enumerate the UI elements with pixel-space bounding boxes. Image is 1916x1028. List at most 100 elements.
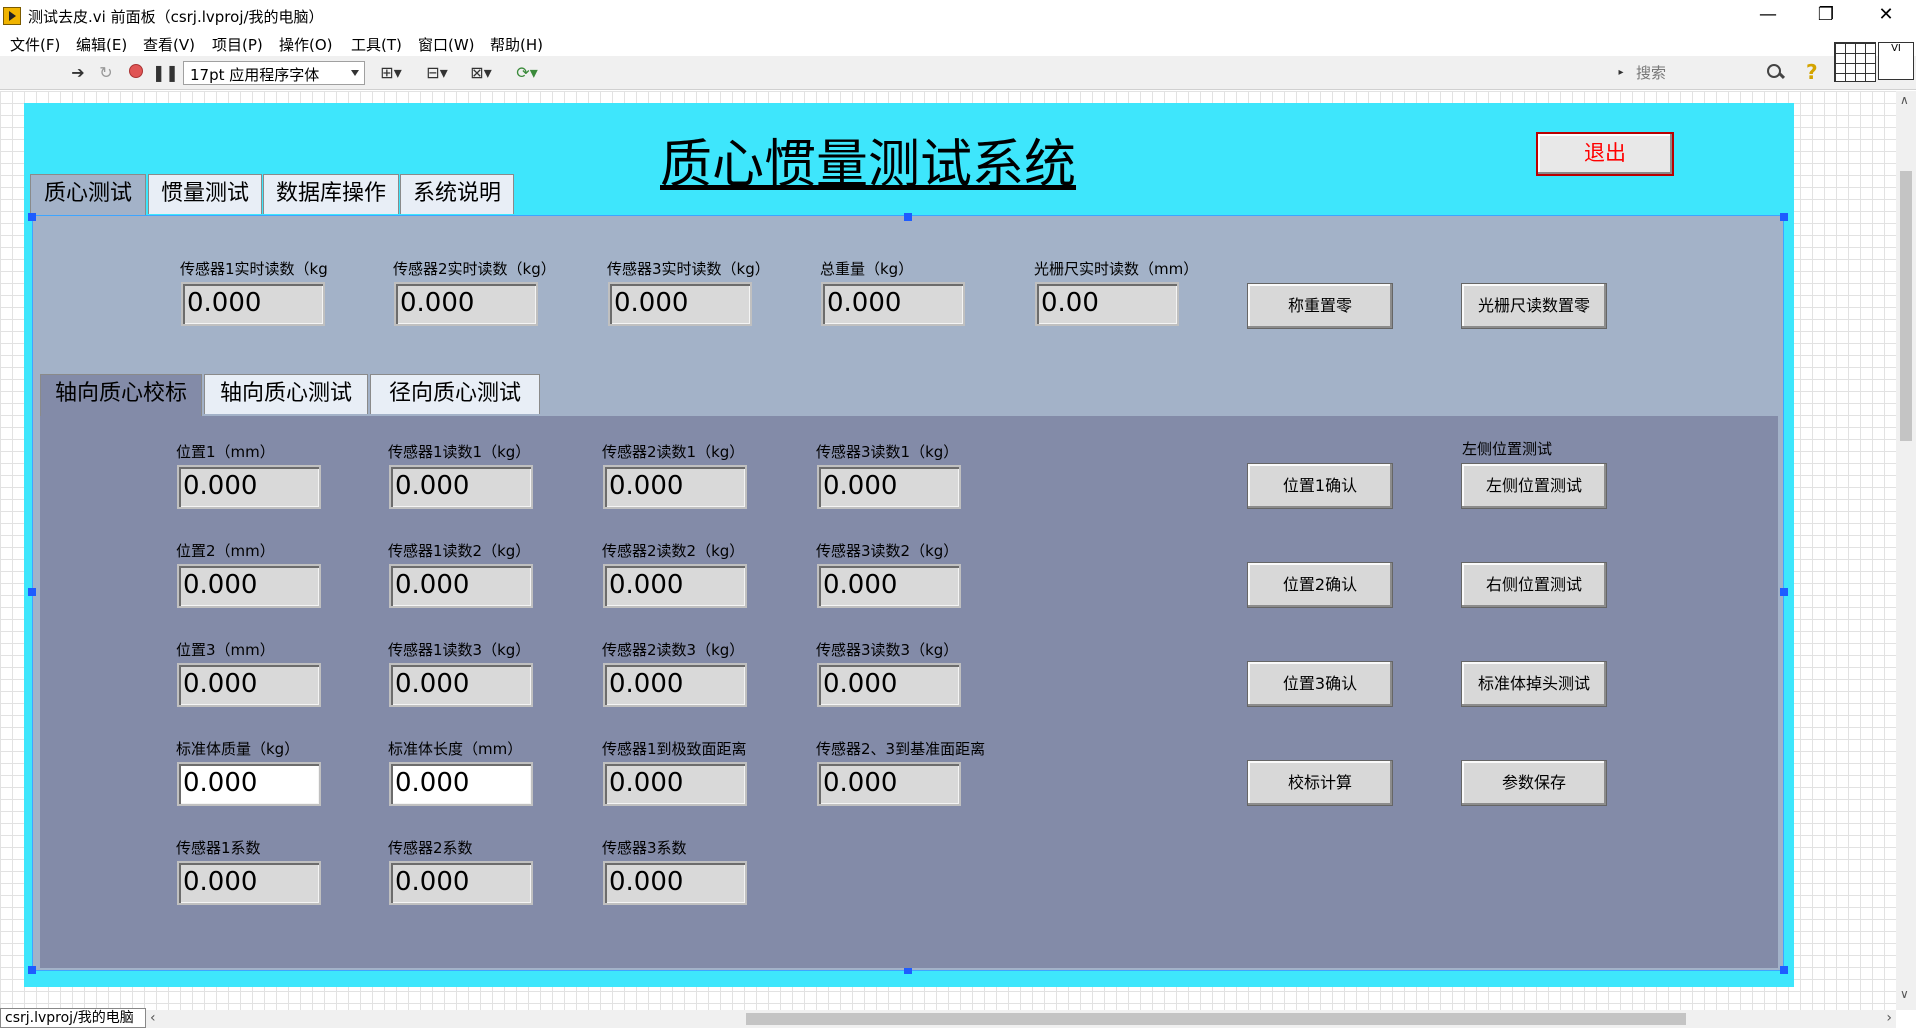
menu-operate[interactable]: 操作(O)	[279, 34, 333, 55]
close-button[interactable]: ✕	[1858, 0, 1914, 32]
align-objects-icon[interactable]: ⊞▾	[376, 64, 406, 82]
tab-centroid-test[interactable]: 质心测试	[30, 174, 146, 216]
grating-zero-button[interactable]: 光栅尺读数置零	[1461, 283, 1607, 329]
calibration-calc-button[interactable]: 校标计算	[1247, 760, 1393, 806]
sensor1-reading3-label: 传感器1读数3（kg）	[388, 641, 531, 659]
left-position-test-button[interactable]: 左侧位置测试	[1461, 463, 1607, 509]
menu-help[interactable]: 帮助(H)	[490, 34, 543, 55]
standard-mass-label: 标准体质量（kg）	[176, 740, 300, 758]
sensor2-coef-indicator: 0.000	[389, 861, 533, 905]
menu-project[interactable]: 项目(P)	[212, 34, 263, 55]
pause-icon[interactable]: ❚❚	[152, 64, 179, 82]
sensor3-coef-label: 传感器3系数	[602, 839, 687, 857]
tab-axial-calibration[interactable]: 轴向质心校标	[40, 374, 202, 416]
position2-indicator: 0.000	[177, 564, 321, 608]
resize-handle[interactable]	[1780, 213, 1788, 221]
tab-system-info[interactable]: 系统说明	[400, 174, 514, 214]
resize-handle[interactable]	[28, 588, 36, 596]
horizontal-scrollbar[interactable]: ‹ ›	[146, 1010, 1896, 1028]
connector-pane-icon[interactable]	[1834, 42, 1876, 82]
resize-handle[interactable]	[1780, 966, 1788, 974]
sensor3-reading2-indicator: 0.000	[817, 564, 961, 608]
standard-mass-input[interactable]: 0.000	[177, 762, 321, 806]
scroll-up-icon[interactable]: ∧	[1900, 93, 1909, 107]
menu-view[interactable]: 查看(V)	[143, 34, 195, 55]
sensor23-distance-label: 传感器2、3到基准面距离	[816, 740, 986, 758]
sensor1-coef-label: 传感器1系数	[176, 839, 261, 857]
resize-handle[interactable]	[904, 213, 912, 221]
project-context-label: csrj.lvproj/我的电脑	[0, 1008, 146, 1028]
vi-icon[interactable]: VI	[1878, 42, 1914, 80]
labview-vi-icon	[3, 7, 21, 25]
resize-handle[interactable]	[1780, 588, 1788, 596]
tab-database[interactable]: 数据库操作	[263, 174, 399, 214]
left-position-test-label: 左侧位置测试	[1462, 440, 1553, 458]
scroll-right-icon[interactable]: ›	[1886, 1010, 1892, 1026]
sensor2-reading1-indicator: 0.000	[603, 465, 747, 509]
search-icon[interactable]	[1765, 62, 1785, 82]
position3-indicator: 0.000	[177, 663, 321, 707]
sensor2-reading3-label: 传感器2读数3（kg）	[602, 641, 745, 659]
sensor1-distance-indicator: 0.000	[603, 762, 747, 806]
sensor3-reading2-label: 传感器3读数2（kg）	[816, 542, 959, 560]
position1-confirm-button[interactable]: 位置1确认	[1247, 463, 1393, 509]
reorder-icon[interactable]: ⟳▾	[512, 64, 542, 82]
exit-button[interactable]: 退出	[1536, 132, 1674, 176]
position3-label: 位置3（mm）	[176, 641, 275, 659]
horizontal-scroll-thumb[interactable]	[746, 1013, 1686, 1025]
sensor2-reading1-label: 传感器2读数1（kg）	[602, 443, 745, 461]
scroll-down-icon[interactable]: ∨	[1900, 987, 1909, 1001]
vertical-scroll-thumb[interactable]	[1900, 171, 1912, 441]
sensor2-reading3-indicator: 0.000	[603, 663, 747, 707]
menu-tools[interactable]: 工具(T)	[351, 34, 402, 55]
sensor1-reading3-indicator: 0.000	[389, 663, 533, 707]
resize-objects-icon[interactable]: ⊠▾	[466, 64, 496, 82]
abort-icon[interactable]	[126, 64, 146, 82]
sensor2-reading2-indicator: 0.000	[603, 564, 747, 608]
distribute-objects-icon[interactable]: ⊟▾	[422, 64, 452, 82]
minimize-button[interactable]: —	[1740, 0, 1796, 32]
vertical-scrollbar[interactable]: ∧ ∨	[1896, 91, 1916, 1010]
search-expand-icon[interactable]: ▸	[1616, 64, 1626, 82]
sensor1-realtime-label: 传感器1实时读数（kg	[180, 260, 328, 278]
total-weight-label: 总重量（kg）	[820, 260, 914, 278]
context-help-icon[interactable]: ?	[1806, 60, 1826, 84]
parameter-save-button[interactable]: 参数保存	[1461, 760, 1607, 806]
tab-inertia-test[interactable]: 惯量测试	[148, 174, 262, 214]
position3-confirm-button[interactable]: 位置3确认	[1247, 661, 1393, 707]
scroll-left-icon[interactable]: ‹	[150, 1010, 156, 1026]
run-continuously-icon[interactable]: ↻	[96, 64, 116, 82]
tab-axial-test[interactable]: 轴向质心测试	[204, 374, 368, 414]
position1-label: 位置1（mm）	[176, 443, 275, 461]
standard-flip-test-button[interactable]: 标准体掉头测试	[1461, 661, 1607, 707]
position1-indicator: 0.000	[177, 465, 321, 509]
maximize-button[interactable]: ❐	[1798, 0, 1854, 32]
resize-handle[interactable]	[28, 966, 36, 974]
right-position-test-button[interactable]: 右侧位置测试	[1461, 562, 1607, 608]
position2-confirm-button[interactable]: 位置2确认	[1247, 562, 1393, 608]
sensor23-distance-indicator: 0.000	[817, 762, 961, 806]
sensor1-reading1-label: 传感器1读数1（kg）	[388, 443, 531, 461]
page-title: 质心惯量测试系统	[660, 135, 1077, 195]
sensor3-coef-indicator: 0.000	[603, 861, 747, 905]
resize-handle[interactable]	[28, 213, 36, 221]
font-select[interactable]: 17pt 应用程序字体	[183, 61, 365, 85]
sensor3-reading1-indicator: 0.000	[817, 465, 961, 509]
sensor1-reading2-label: 传感器1读数2（kg）	[388, 542, 531, 560]
tab-radial-test[interactable]: 径向质心测试	[370, 374, 540, 414]
sensor2-coef-label: 传感器2系数	[388, 839, 473, 857]
menu-window[interactable]: 窗口(W)	[418, 34, 475, 55]
menu-file[interactable]: 文件(F)	[10, 34, 60, 55]
sensor1-coef-indicator: 0.000	[177, 861, 321, 905]
run-arrow-icon[interactable]: ➔	[68, 64, 88, 82]
standard-length-input[interactable]: 0.000	[389, 762, 533, 806]
menu-bar: 文件(F) 编辑(E) 查看(V) 项目(P) 操作(O) 工具(T) 窗口(W…	[0, 32, 1916, 56]
weigh-zero-button[interactable]: 称重置零	[1247, 283, 1393, 329]
sensor1-reading2-indicator: 0.000	[389, 564, 533, 608]
sensor2-reading2-label: 传感器2读数2（kg）	[602, 542, 745, 560]
chevron-down-icon	[351, 70, 359, 76]
menu-edit[interactable]: 编辑(E)	[76, 34, 127, 55]
window-title: 测试去皮.vi 前面板（csrj.lvproj/我的电脑）	[28, 8, 324, 26]
toolbar: ➔ ↻ ❚❚ 17pt 应用程序字体 ⊞▾ ⊟▾ ⊠▾ ⟳▾ ▸ 搜索 ?	[0, 56, 1916, 90]
sensor1-reading1-indicator: 0.000	[389, 465, 533, 509]
